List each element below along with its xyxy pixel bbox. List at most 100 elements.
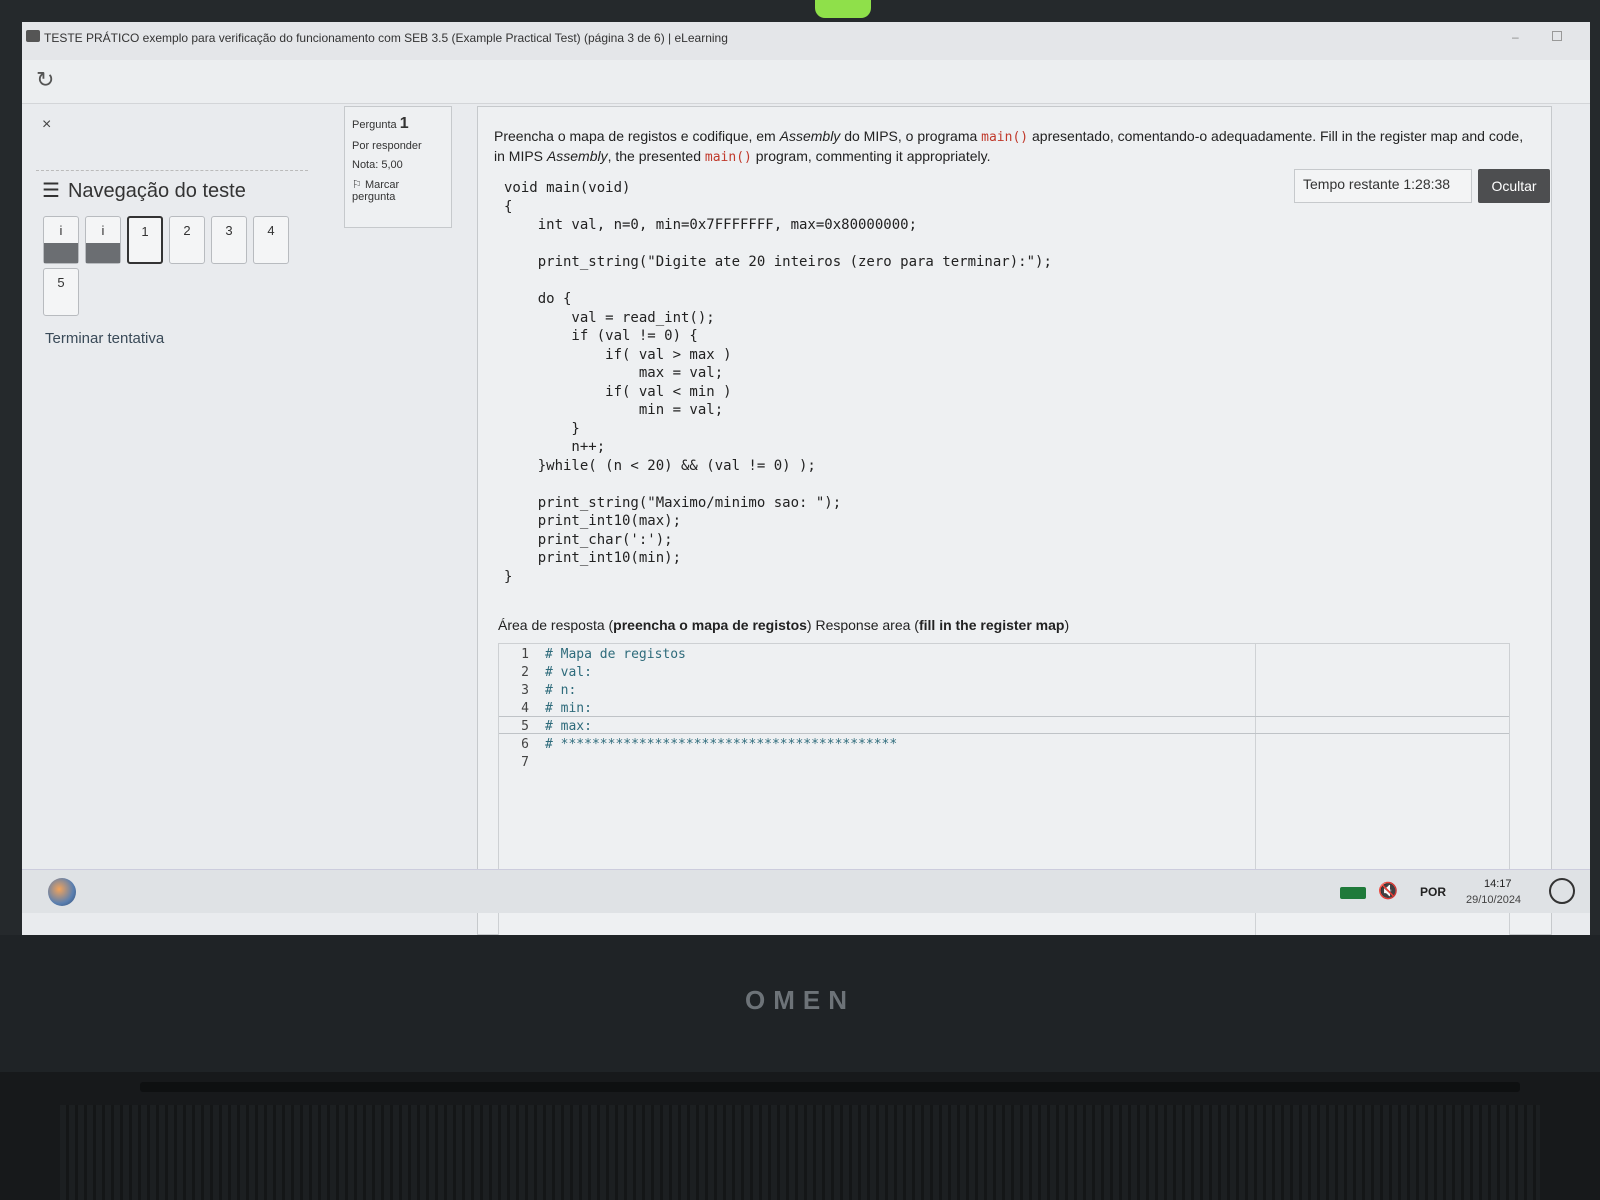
brand-logo: OMEN <box>745 985 855 1015</box>
answer-label-text: ) Response area ( <box>806 617 919 633</box>
nav-button-q5[interactable]: 5 <box>43 268 79 316</box>
code-line: print_string("Digite ate 20 inteiros (ze… <box>504 254 1052 270</box>
code-line: } <box>504 420 580 437</box>
keyboard-grille <box>60 1105 1540 1200</box>
clock-time: 14:17 <box>1484 878 1512 890</box>
code-line: val = read_int(); <box>504 309 715 326</box>
editor-line[interactable]: 3 # n: <box>499 682 576 700</box>
editor-line-text: # n: <box>545 683 577 698</box>
prompt-code: main() <box>704 150 752 165</box>
laptop-bezel-right <box>1590 0 1600 940</box>
nav-button-label: 5 <box>57 275 65 290</box>
editor-line-text: # min: <box>545 701 592 716</box>
minimize-icon[interactable]: – <box>1512 30 1519 44</box>
code-line: }while( (n < 20) && (val != 0) ); <box>504 457 816 474</box>
hide-timer-button[interactable]: Ocultar <box>1478 169 1550 203</box>
editor-line[interactable]: 5 # max: <box>499 718 592 736</box>
editor-line[interactable]: 6 # *************************************… <box>499 736 897 754</box>
nav-button-label: i <box>59 223 63 238</box>
line-number: 7 <box>521 755 529 770</box>
quiz-navigation-title: ☰ Navegação do teste <box>42 178 246 203</box>
nav-button-info-2[interactable]: i <box>85 216 121 264</box>
quiz-navigation-label: Navegação do teste <box>67 180 246 202</box>
clock-date: 29/10/2024 <box>1466 894 1522 906</box>
editor-line[interactable]: 2 # val: <box>499 664 592 682</box>
prompt-text: , the presented <box>607 148 705 164</box>
editor-line-text: # Mapa de registos <box>545 647 686 662</box>
editor-line[interactable]: 1 # Mapa de registos <box>499 646 686 664</box>
prompt-emphasis: Assembly <box>779 128 841 144</box>
volume-muted-icon[interactable]: 🔇 <box>1378 881 1398 901</box>
prompt-text: do MIPS, o programa <box>840 128 982 144</box>
code-listing: void main(void) { int val, n=0, min=0x7FF… <box>504 179 1052 586</box>
answered-indicator <box>44 243 78 263</box>
editor-line-text: # val: <box>545 665 592 680</box>
hinge-strip <box>140 1082 1520 1092</box>
prompt-emphasis: Assembly <box>546 148 608 164</box>
code-line: { <box>504 198 513 215</box>
code-line: void main(void) <box>504 180 631 196</box>
prompt-text: Preencha o mapa de registos e codifique,… <box>494 128 780 144</box>
nav-button-q2[interactable]: 2 <box>169 216 205 264</box>
app-icon <box>26 30 40 42</box>
question-grade: Nota: 5,00 <box>352 159 403 171</box>
restore-icon[interactable] <box>1552 31 1562 41</box>
taskbar: 🔇 POR 14:17 29/10/2024 <box>22 869 1590 913</box>
flag-question-link[interactable]: ⚐ Marcar pergunta <box>352 178 444 203</box>
line-number: 3 <box>521 683 529 698</box>
line-number: 4 <box>521 701 529 716</box>
answer-label-text: ) <box>1064 617 1070 633</box>
reload-icon[interactable]: ↻ <box>36 68 60 92</box>
language-indicator[interactable]: POR <box>1420 885 1446 899</box>
prompt-text: program, commenting it appropriately. <box>751 148 991 164</box>
question-status: Por responder <box>352 140 422 152</box>
divider <box>36 170 308 171</box>
power-icon[interactable] <box>1549 878 1575 904</box>
nav-button-label: 2 <box>183 223 191 238</box>
laptop-bezel-top <box>0 0 1600 22</box>
code-line: max = val; <box>504 365 724 381</box>
answer-label-bold: fill in the register map <box>918 617 1065 633</box>
screen: TESTE PRÁTICO exemplo para verificação d… <box>22 22 1590 935</box>
finish-attempt-link[interactable]: Terminar tentativa <box>45 330 164 347</box>
nav-button-info-1[interactable]: i <box>43 216 79 264</box>
nav-button-label: 3 <box>225 223 233 238</box>
editor-line-text: # max: <box>545 719 592 734</box>
nav-button-label: i <box>101 223 105 238</box>
code-line: if (val != 0) { <box>504 328 698 344</box>
code-line: if( val > max ) <box>504 346 732 363</box>
time-remaining: Tempo restante 1:28:38 <box>1294 169 1472 203</box>
question-prompt: Preencha o mapa de registos e codifique,… <box>494 127 1534 167</box>
prompt-code: main() <box>981 130 1029 145</box>
nav-button-q1[interactable]: 1 <box>127 216 163 264</box>
start-button[interactable] <box>48 878 76 906</box>
editor-line[interactable]: 4 # min: <box>499 700 592 718</box>
flag-icon: ⚐ <box>352 179 362 191</box>
editor-line[interactable]: 7 <box>499 754 545 772</box>
question-number: Pergunta 1 <box>352 115 444 133</box>
code-line: n++; <box>504 439 606 455</box>
code-line: if( val < min ) <box>504 383 732 400</box>
answer-label-bold: preencha o mapa de registos <box>613 617 807 633</box>
code-line: min = val; <box>504 402 724 418</box>
code-line: int val, n=0, min=0x7FFFFFFF, max=0x8000… <box>504 217 918 233</box>
close-drawer-button[interactable]: × <box>42 116 51 134</box>
answer-label-text: Área de resposta ( <box>498 617 614 633</box>
nav-button-q3[interactable]: 3 <box>211 216 247 264</box>
code-line: } <box>504 568 513 585</box>
question-label: Pergunta <box>352 119 397 131</box>
answer-area-label: Área de resposta (preencha o mapa de reg… <box>498 617 1069 633</box>
hamburger-icon[interactable]: ☰ <box>42 180 60 202</box>
code-line: print_string("Maximo/minimo sao: "); <box>504 494 842 511</box>
question-info-box: Pergunta 1 Por responder Nota: 5,00 ⚐ Ma… <box>344 106 452 228</box>
nav-button-label: 4 <box>267 223 275 238</box>
line-number: 1 <box>521 647 529 662</box>
browser-toolbar: ↻ <box>22 60 1590 104</box>
window-title: TESTE PRÁTICO exemplo para verificação d… <box>44 31 728 45</box>
line-number: 5 <box>521 719 529 734</box>
current-line-highlight <box>499 716 1509 734</box>
nav-button-q4[interactable]: 4 <box>253 216 289 264</box>
network-icon[interactable] <box>1340 887 1366 899</box>
